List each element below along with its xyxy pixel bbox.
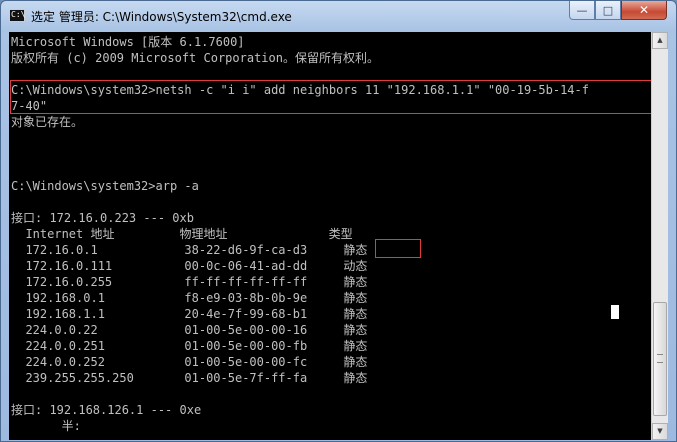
console-line: Microsoft Windows [版本 6.1.7600] [11,35,245,49]
console-line: 192.168.1.1 20-4e-7f-99-68-b1 静态 [11,307,368,321]
scrollbar-thumb[interactable] [653,302,667,416]
console-line: 224.0.0.252 01-00-5e-00-00-fc 静态 [11,355,368,369]
console-line: 192.168.0.1 f8-e9-03-8b-0b-9e 静态 [11,291,368,305]
cmd-icon[interactable]: C:\ [9,9,25,22]
console-line: 224.0.0.22 01-00-5e-00-00-16 静态 [11,323,368,337]
console-line: 接口: 192.168.126.1 --- 0xe [11,403,202,417]
console-line: 半: [11,419,81,433]
console-output[interactable]: Microsoft Windows [版本 6.1.7600] 版权所有 (c) … [9,32,651,440]
console-line: 版权所有 (c) 2009 Microsoft Corporation。保留所有… [11,51,379,65]
console-line: Internet 地址 物理地址 类型 [11,227,353,241]
title-bar[interactable]: C:\ 选定 管理员: C:\Windows\System32\cmd.exe … [1,1,676,31]
console-line: 172.16.0.1 38-22-d6-9f-ca-d3 静态 [11,243,368,257]
text-cursor [611,305,619,319]
highlight-box-static-type [375,239,421,258]
scroll-down-arrow-icon[interactable]: ▼ [652,423,668,440]
highlight-box-netsh-command [10,80,651,114]
window-title: 选定 管理员: C:\Windows\System32\cmd.exe [31,10,292,24]
minimize-button[interactable]: — [569,1,595,20]
cmd-window: C:\ 选定 管理员: C:\Windows\System32\cmd.exe … [0,0,677,442]
console-line: 对象已存在。 [11,115,84,129]
console-line: 239.255.255.250 01-00-5e-7f-ff-fa 静态 [11,371,368,385]
console-line: C:\Windows\system32>arp -a [11,179,199,193]
grip-icon [657,354,663,363]
console-line: 172.16.0.255 ff-ff-ff-ff-ff-ff 静态 [11,275,368,289]
close-button[interactable]: ✕ [621,1,667,20]
console-line: 接口: 172.16.0.223 --- 0xb [11,211,194,225]
maximize-button[interactable]: □ [595,1,621,20]
scroll-up-arrow-icon[interactable]: ▲ [652,32,668,49]
console-line: 224.0.0.251 01-00-5e-00-00-fb 静态 [11,339,368,353]
console-line: 172.16.0.111 00-0c-06-41-ad-dd 动态 [11,259,368,273]
vertical-scrollbar[interactable]: ▲ ▼ [651,32,668,440]
